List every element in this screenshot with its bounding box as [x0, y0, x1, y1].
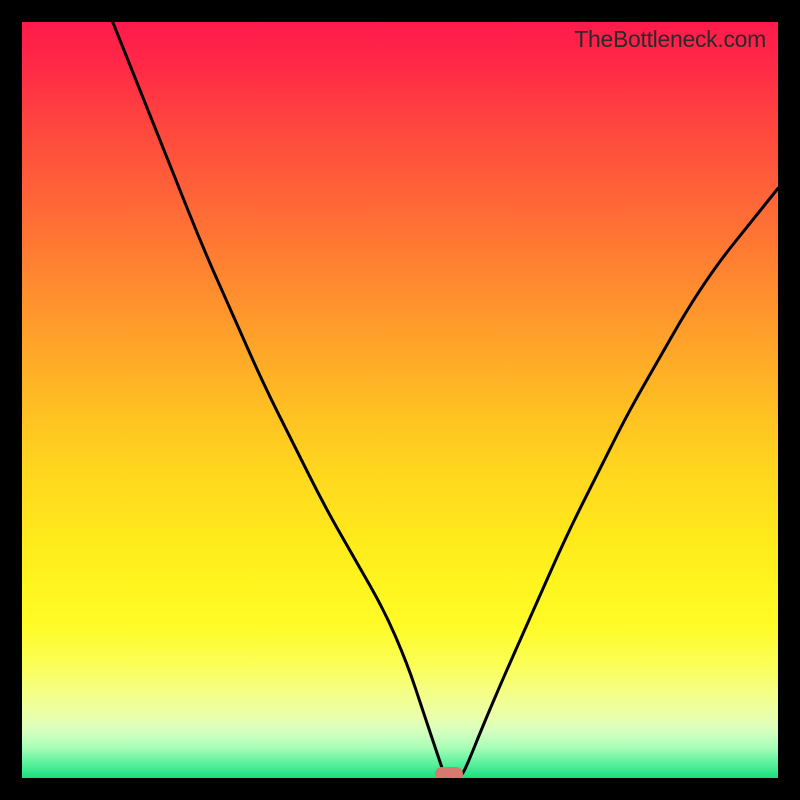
- watermark: TheBottleneck.com: [574, 26, 766, 53]
- plot-area: TheBottleneck.com: [22, 22, 778, 778]
- chart-frame: TheBottleneck.com: [0, 0, 800, 800]
- bottleneck-curve: [22, 22, 778, 778]
- optimal-marker: [435, 767, 463, 778]
